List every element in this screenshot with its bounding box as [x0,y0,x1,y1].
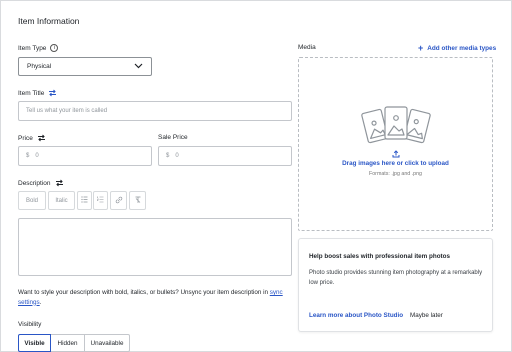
maybe-later-button[interactable]: Maybe later [410,312,443,319]
item-type-value: Physical [27,63,52,70]
sync-icon[interactable] [55,179,64,187]
visibility-label-row: Visibility [18,321,41,328]
numbered-list-icon [96,196,104,205]
item-type-label: Item Type [18,44,47,52]
sync-icon[interactable] [37,134,46,142]
media-label-row: Media [298,44,316,51]
italic-button[interactable]: Italic [48,191,75,210]
promo-body: Photo studio provides stunning item phot… [309,270,483,286]
bulleted-list-button[interactable] [77,191,92,210]
visibility-option-visible[interactable]: Visible [18,334,51,352]
numbered-list-button[interactable] [93,191,108,210]
sale-price-label-row: Sale Price [158,134,188,141]
plus-icon: + [418,43,424,53]
upload-icon [392,150,400,158]
learn-more-photo-studio-link[interactable]: Learn more about Photo Studio [309,312,403,319]
media-dropzone[interactable] [298,57,493,231]
link-button[interactable] [110,191,127,210]
sale-price-label: Sale Price [158,134,188,141]
price-currency: $ [26,153,30,159]
item-title-placeholder: Tell us what your item is called [26,108,108,114]
sale-price-value: 0 [175,153,179,159]
media-label: Media [298,44,316,51]
price-label: Price [18,134,33,142]
link-icon [115,196,123,206]
promo-title: Help boost sales with professional item … [309,253,451,260]
info-icon[interactable]: i [50,44,59,52]
description-label-row: Description [18,179,64,187]
visibility-option-unavailable[interactable]: Unavailable [85,334,130,352]
price-value: 0 [35,153,39,159]
bold-button[interactable]: Bold [18,191,46,210]
description-label: Description [18,179,51,187]
add-media-types-link[interactable]: + Add other media types [418,43,497,53]
description-textarea[interactable] [18,218,292,276]
drag-images-text[interactable]: Drag images here or click to upload [298,160,493,167]
visibility-label: Visibility [18,321,42,328]
bulleted-list-icon [81,196,88,205]
item-title-input[interactable]: Tell us what your item is called [18,101,292,121]
sale-price-currency: $ [166,153,170,159]
description-help-text: Want to style your description with bold… [18,288,296,307]
item-title-label-row: Item Title [18,89,57,97]
sale-price-input[interactable]: $ 0 [158,146,292,166]
item-title-label: Item Title [18,89,45,97]
page-title: Item Information [18,16,80,26]
clear-format-button[interactable] [129,191,146,210]
item-type-label-row: Item Type i [18,44,59,52]
help-text-end: . [39,298,42,306]
chevron-down-icon [134,63,143,71]
sync-icon[interactable] [48,89,57,97]
add-media-types-label: Add other media types [427,45,497,52]
photo-studio-promo-card: Help boost sales with professional item … [298,238,493,332]
visibility-option-hidden[interactable]: Hidden [51,334,85,352]
media-formats-text: Formats: .jpg and .png [369,171,422,177]
clear-format-icon [134,196,142,206]
price-input[interactable]: $ 0 [18,146,152,166]
price-label-row: Price [18,134,46,142]
item-type-select[interactable]: Physical [18,57,152,76]
help-text-body: Want to style your description with bold… [18,289,270,296]
image-placeholder-icon [361,106,431,144]
